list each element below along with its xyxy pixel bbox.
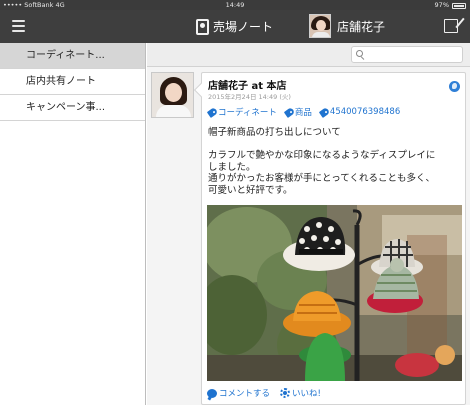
nav-bar: 売場ノート 店舗花子 <box>0 10 470 43</box>
post-line: カラフルで艶やかな印象になるようなディスプレイに <box>208 149 436 161</box>
notebook-icon <box>196 18 209 35</box>
nav-user-name: 店舗花子 <box>337 19 386 34</box>
tag-label: 4540076398486 <box>329 107 401 117</box>
tag-product[interactable]: 商品 <box>283 106 312 118</box>
comment-label: コメントする <box>219 389 271 399</box>
status-bar: ••••• SoftBank 4G 14:49 97% <box>0 0 470 10</box>
card-pointer <box>193 82 209 98</box>
post-line: 帽子新商品の打ち出しについて <box>208 127 341 138</box>
globe-icon[interactable] <box>449 81 460 92</box>
tag-label: コーディネート <box>218 108 277 118</box>
post-line: 通りがかったお客様が手にとってくれることも多く、 <box>208 173 435 185</box>
post-line: 可愛いと好評です。 <box>208 185 293 197</box>
tag-icon <box>318 106 331 118</box>
sidebar-item-store-shared-note[interactable]: 店内共有ノート <box>0 69 145 95</box>
hamburger-icon[interactable] <box>12 20 25 32</box>
avatar <box>309 14 331 38</box>
post-author-avatar[interactable] <box>151 72 194 118</box>
post-date: 2015年2月24日 14:49 (火) <box>208 93 291 101</box>
main-panel: 店舗花子 at 本店 2015年2月24日 14:49 (火) コーディネート … <box>147 43 470 405</box>
like-button[interactable]: いいね! <box>280 387 321 399</box>
sidebar-item-campaign[interactable]: キャンペーン事... <box>0 95 145 121</box>
tag-icon <box>206 106 219 118</box>
sidebar-item-label: 店内共有ノート <box>26 76 96 87</box>
post-author: 店舗花子 at 本店 <box>208 77 287 92</box>
sidebar-item-coordinate[interactable]: コーディネート... <box>0 43 145 69</box>
like-icon <box>280 388 291 398</box>
sidebar-item-label: コーディネート... <box>26 50 105 61</box>
nav-title: 売場ノート <box>196 18 273 35</box>
post-actions: コメントする いいね! <box>207 387 321 399</box>
sidebar: コーディネート... 店内共有ノート キャンペーン事... <box>0 43 146 405</box>
clock: 14:49 <box>225 1 245 9</box>
search-input[interactable] <box>351 46 463 63</box>
tag-icon <box>283 106 296 118</box>
comment-button[interactable]: コメントする <box>207 387 270 399</box>
sidebar-item-label: キャンペーン事... <box>26 102 106 113</box>
tag-list: コーディネート 商品 4540076398486 <box>206 106 401 118</box>
like-label: いいね! <box>292 389 321 399</box>
post-body: 帽子新商品の打ち出しについて カラフルで艶やかな印象になるようなディスプレイに … <box>208 127 463 197</box>
post-line: しました。 <box>208 161 256 173</box>
post-card: 店舗花子 at 本店 2015年2月24日 14:49 (火) コーディネート … <box>193 72 466 405</box>
search-bar <box>147 43 470 67</box>
hat-display-photo <box>207 205 462 381</box>
tag-coordinate[interactable]: コーディネート <box>206 106 277 118</box>
tag-label: 商品 <box>294 108 312 118</box>
battery-percent: 97% <box>434 1 449 9</box>
battery-icon <box>452 3 466 9</box>
post-photo[interactable] <box>207 205 462 381</box>
nav-title-label: 売場ノート <box>213 20 274 34</box>
compose-icon[interactable] <box>444 19 458 33</box>
search-icon <box>356 50 363 57</box>
nav-user[interactable]: 店舗花子 <box>309 14 385 38</box>
tag-jan-code[interactable]: 4540076398486 <box>318 106 401 118</box>
battery-status: 97% <box>435 0 466 10</box>
comment-icon <box>207 388 217 398</box>
